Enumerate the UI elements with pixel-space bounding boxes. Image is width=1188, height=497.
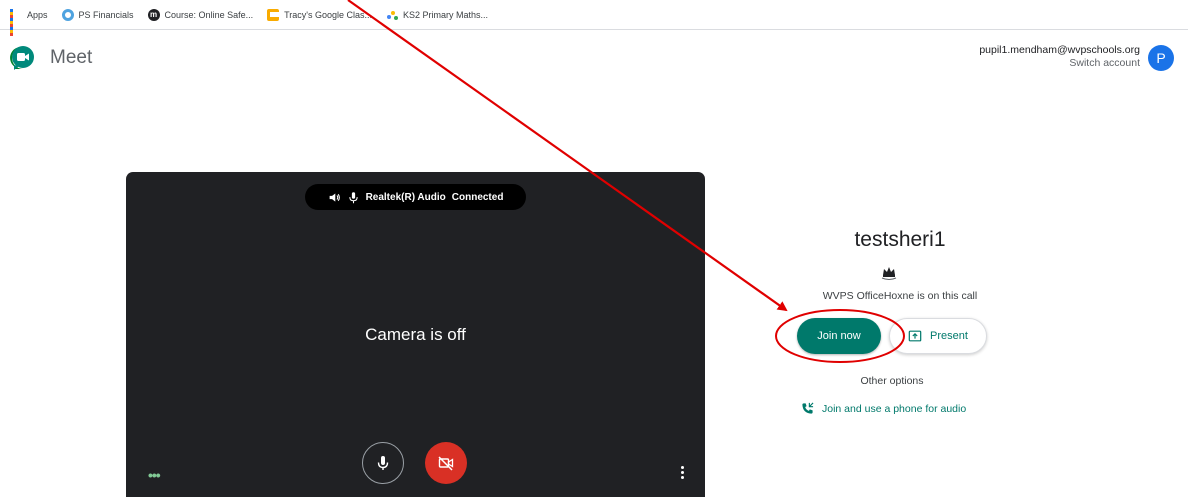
- join-by-phone-link[interactable]: Join and use a phone for audio: [801, 402, 966, 415]
- speaker-icon: [329, 192, 340, 202]
- participant-crest-icon: [881, 267, 897, 280]
- bookmark-course[interactable]: m Course: Online Safe...: [147, 8, 254, 21]
- camera-status-text: Camera is off: [365, 325, 466, 344]
- more-options-icon[interactable]: [681, 466, 685, 481]
- bookmark-label: Course: Online Safe...: [164, 9, 254, 20]
- ks2-maths-icon: [386, 9, 399, 21]
- join-now-button[interactable]: Join now: [797, 318, 881, 354]
- present-screen-icon: [908, 330, 922, 342]
- google-classroom-icon: [267, 8, 281, 21]
- bookmarks-bar: Apps PS Financials m Course: Online Safe…: [0, 0, 1188, 36]
- bookmark-apps[interactable]: Apps: [10, 8, 48, 36]
- switch-account-link[interactable]: Switch account: [979, 57, 1140, 70]
- present-button[interactable]: Present: [889, 318, 987, 354]
- meet-logo[interactable]: Meet: [10, 45, 92, 71]
- apps-grid-icon: [10, 8, 22, 36]
- microphone-icon: [377, 456, 389, 470]
- microphone-toggle-button[interactable]: [362, 442, 404, 484]
- camera-off-icon: [438, 456, 454, 471]
- bookmark-label: Tracy's Google Clas...: [284, 9, 373, 20]
- app-name: Meet: [50, 47, 93, 68]
- ps-financials-icon: [61, 8, 74, 21]
- bookmark-label: Apps: [27, 9, 48, 20]
- bookmark-ks2-maths[interactable]: KS2 Primary Maths...: [386, 9, 488, 21]
- join-by-phone-label: Join and use a phone for audio: [822, 402, 967, 415]
- bookmark-label: KS2 Primary Maths...: [403, 9, 489, 20]
- microphone-icon: [348, 191, 358, 203]
- audio-status-pill[interactable]: Realtek(R) Audio Connected: [305, 184, 526, 210]
- camera-toggle-button[interactable]: [425, 442, 467, 484]
- audio-device-name: Realtek(R) Audio: [365, 191, 446, 203]
- account-email: pupil1.mendham@wvpschools.org: [979, 44, 1140, 56]
- other-options-heading: Other options: [860, 375, 924, 387]
- meet-logo-icon: [10, 46, 34, 70]
- audio-connection-status: Connected: [451, 191, 504, 203]
- video-preview: Realtek(R) Audio Connected Camera is off…: [126, 172, 705, 497]
- bookmark-label: PS Financials: [78, 9, 134, 20]
- bookmark-google-classroom[interactable]: Tracy's Google Clas...: [267, 8, 373, 21]
- meeting-title: testsheri1: [854, 228, 946, 251]
- bookmark-ps-financials[interactable]: PS Financials: [61, 8, 134, 21]
- phone-icon: [802, 402, 814, 414]
- account-info: pupil1.mendham@wvpschools.org Switch acc…: [979, 44, 1140, 70]
- participants-on-call-text: WVPS OfficeHoxne is on this call: [822, 290, 978, 302]
- more-effects-icon[interactable]: •••: [148, 467, 161, 483]
- avatar[interactable]: P: [1148, 45, 1174, 71]
- present-label: Present: [930, 330, 968, 342]
- course-icon: m: [147, 8, 160, 21]
